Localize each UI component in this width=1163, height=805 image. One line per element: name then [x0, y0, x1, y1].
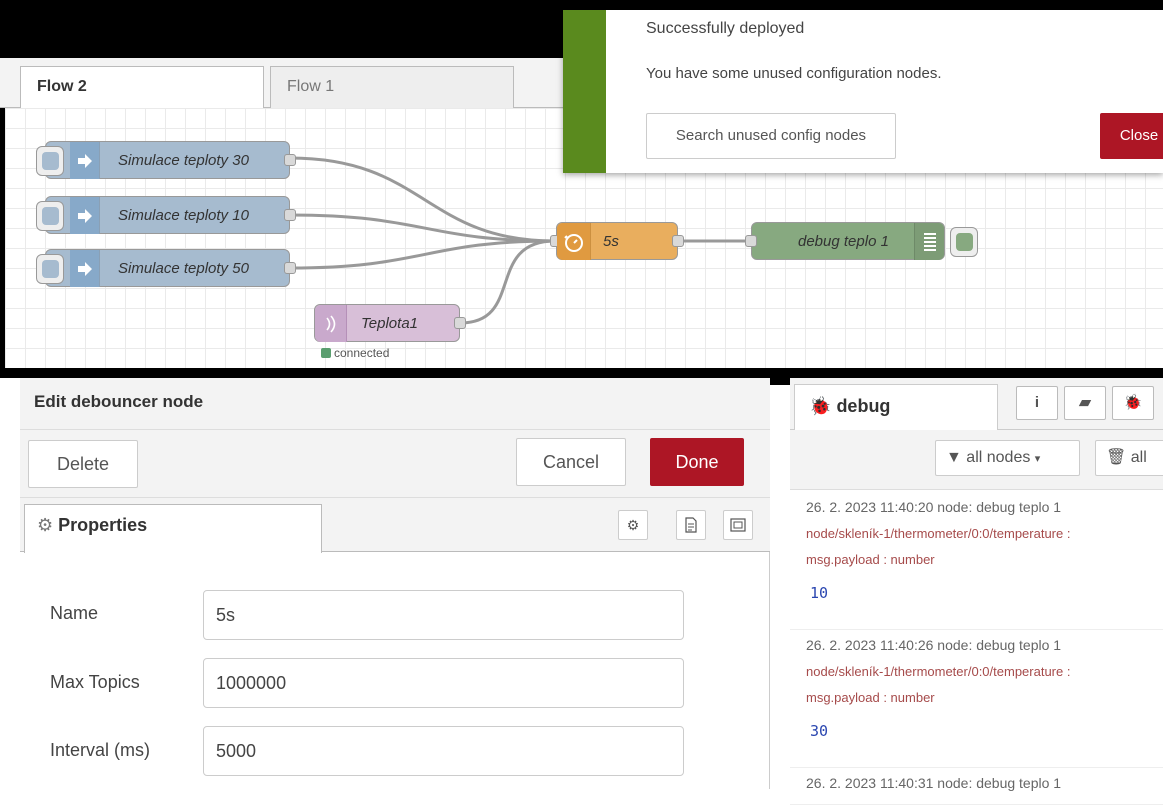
message-value: 30	[810, 722, 829, 740]
wire[interactable]	[289, 239, 556, 270]
arrow-right-icon	[70, 250, 100, 287]
output-port[interactable]	[284, 262, 296, 274]
book-icon[interactable]: ▰	[1064, 386, 1106, 420]
message-meta: 26. 2. 2023 11:40:20 node: debug teplo 1	[806, 499, 1062, 515]
debug-node[interactable]: debug teplo 1	[745, 222, 978, 260]
debug-toggle[interactable]	[950, 227, 978, 257]
node-label: 5s	[603, 233, 619, 250]
debouncer-node[interactable]: 5s	[550, 222, 684, 260]
field-label: Max Topics	[50, 672, 140, 692]
edit-node-tray: Edit debouncer node Delete Cancel Done ⚙…	[0, 378, 770, 789]
filter-label: all nodes	[966, 449, 1031, 466]
arrow-right-icon	[70, 142, 100, 179]
message-value: 10	[810, 584, 829, 602]
inject-node[interactable]: Simulace teploty 50	[36, 249, 296, 287]
tab-flow-2[interactable]: Flow 2	[20, 66, 264, 110]
wire[interactable]	[459, 239, 556, 325]
inject-button[interactable]	[36, 254, 64, 284]
close-button[interactable]: Close	[1100, 113, 1163, 159]
chevron-down-icon: ▾	[1034, 453, 1041, 465]
message-topic: node/skleník-1/thermometer/0:0/temperatu…	[806, 664, 1071, 679]
status-text: connected	[334, 346, 390, 360]
debug-message[interactable]: 26. 2. 2023 11:40:20 node: debug teplo 1…	[790, 499, 1163, 630]
inject-button[interactable]	[36, 201, 64, 231]
node-label: Teplota1	[361, 315, 418, 332]
message-payload-type: msg.payload : number	[806, 552, 935, 567]
node-label: Simulace teploty 30	[118, 152, 249, 169]
message-topic: node/skleník-1/thermometer/0:0/temperatu…	[806, 526, 1071, 541]
message-payload-type: msg.payload : number	[806, 690, 935, 705]
field-label: Interval (ms)	[50, 740, 151, 760]
tray-header: Edit debouncer node	[20, 378, 770, 430]
output-port[interactable]	[284, 154, 296, 166]
cancel-button[interactable]: Cancel	[516, 438, 626, 486]
appearance-icon[interactable]	[723, 510, 753, 540]
properties-tab-bar: ⚙ Properties ⚙	[20, 498, 770, 553]
description-icon[interactable]	[676, 510, 706, 540]
trash-icon: 🗑	[1106, 449, 1127, 466]
signal-icon	[315, 305, 347, 342]
debug-sidebar: 🐞 debug i ▰ 🐞 ▼ all nodes ▾ 🗑 all 26. 2.…	[790, 378, 1163, 805]
tab-label: debug	[836, 396, 891, 416]
field-label: Name	[50, 603, 99, 623]
done-button[interactable]: Done	[650, 438, 744, 486]
tab-flow-1[interactable]: Flow 1	[270, 66, 514, 109]
tray-toolbar: Delete Cancel Done	[20, 430, 770, 498]
output-port[interactable]	[284, 209, 296, 221]
info-icon[interactable]: i	[1016, 386, 1058, 420]
tab-label: Flow 2	[37, 78, 87, 95]
output-port[interactable]	[672, 235, 684, 247]
timer-icon	[557, 223, 591, 260]
deploy-notification: Successfully deployed You have some unus…	[563, 10, 1163, 173]
bug-icon: 🐞	[809, 396, 832, 416]
mqtt-in-node[interactable]: Teplota1	[314, 304, 466, 342]
inject-button[interactable]	[36, 146, 64, 176]
clear-label: all	[1130, 449, 1147, 466]
debug-message[interactable]: 26. 2. 2023 11:40:31 node: debug teplo 1	[790, 775, 1163, 805]
notification-message: You have some unused configuration nodes…	[646, 65, 942, 82]
gear-icon[interactable]: ⚙	[618, 510, 648, 540]
clear-messages-button[interactable]: 🗑 all	[1095, 440, 1163, 476]
node-status: connected	[321, 346, 389, 360]
debug-message[interactable]: 26. 2. 2023 11:40:26 node: debug teplo 1…	[790, 637, 1163, 768]
node-label: Simulace teploty 10	[118, 207, 249, 224]
debug-filter-bar: ▼ all nodes ▾ 🗑 all	[790, 430, 1163, 490]
input-port[interactable]	[745, 235, 757, 247]
notification-title: Successfully deployed	[646, 20, 805, 37]
tab-label: Flow 1	[287, 78, 335, 95]
sidebar-tab-bar: 🐞 debug i ▰ 🐞	[790, 378, 1163, 431]
filter-nodes-dropdown[interactable]: ▼ all nodes ▾	[935, 440, 1080, 476]
list-icon	[914, 223, 944, 260]
name-input[interactable]: 5s	[203, 590, 684, 640]
arrow-right-icon	[70, 197, 100, 234]
tray-title: Edit debouncer node	[34, 392, 204, 411]
delete-button[interactable]: Delete	[28, 440, 138, 488]
filter-icon: ▼	[946, 449, 962, 466]
search-unused-config-button[interactable]: Search unused config nodes	[646, 113, 896, 159]
max-topics-input[interactable]: 1000000	[203, 658, 684, 708]
output-port[interactable]	[454, 317, 466, 329]
node-label: debug teplo 1	[798, 233, 889, 250]
message-meta: 26. 2. 2023 11:40:26 node: debug teplo 1	[806, 637, 1062, 653]
inject-node[interactable]: Simulace teploty 10	[36, 196, 296, 234]
tab-label: Properties	[58, 515, 148, 535]
status-dot-icon	[321, 348, 331, 358]
tab-properties[interactable]: ⚙ Properties	[24, 504, 322, 553]
node-label: Simulace teploty 50	[118, 260, 249, 277]
gear-icon: ⚙	[37, 515, 54, 535]
tab-debug[interactable]: 🐞 debug	[794, 384, 998, 431]
interval-input[interactable]: 5000	[203, 726, 684, 776]
inject-node[interactable]: Simulace teploty 30	[36, 141, 296, 179]
bug-icon[interactable]: 🐞	[1112, 386, 1154, 420]
